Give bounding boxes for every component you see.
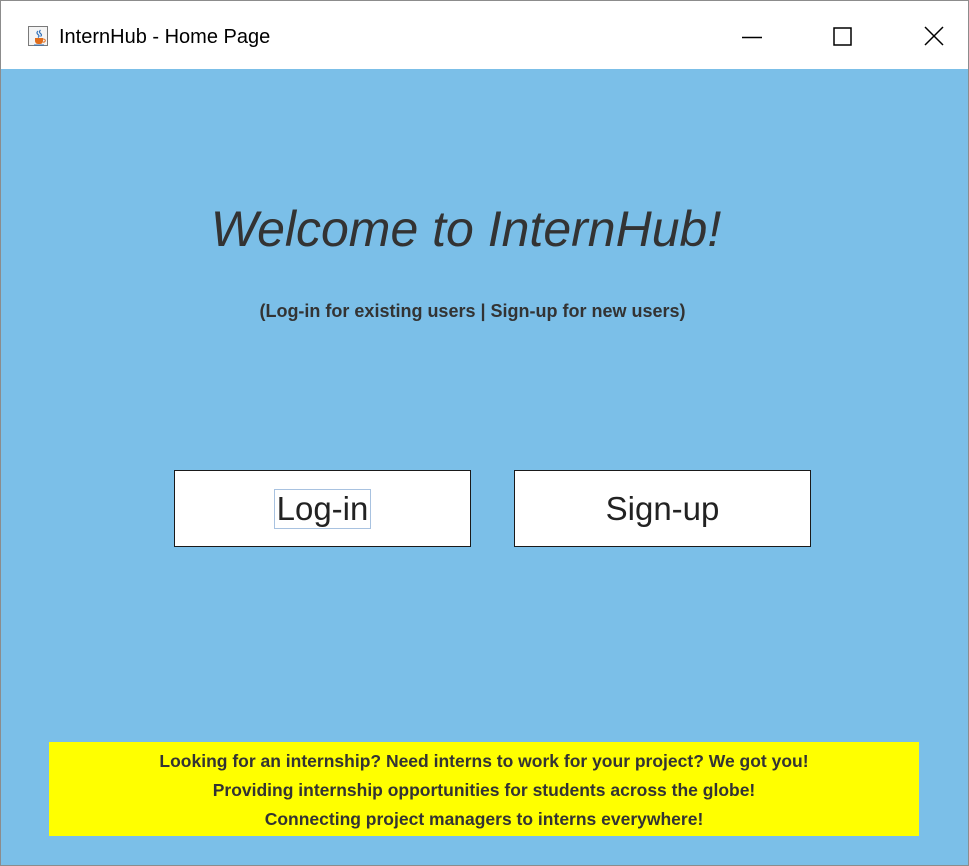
info-banner: Looking for an internship? Need interns … — [49, 742, 919, 836]
banner-line: Providing internship opportunities for s… — [212, 780, 756, 800]
close-button[interactable] — [878, 1, 968, 69]
home-content: Welcome to InternHub! (Log-in for existi… — [1, 69, 968, 865]
window-title: InternHub - Home Page — [59, 26, 271, 48]
minimize-button[interactable] — [706, 1, 798, 69]
minimize-icon — [742, 36, 762, 39]
signup-button-label: Sign-up — [605, 489, 720, 527]
close-icon — [924, 26, 944, 46]
app-window: InternHub - Home Page Welcome to InternH… — [0, 0, 969, 866]
signup-button[interactable]: Sign-up — [514, 470, 811, 547]
login-button[interactable]: Log-in — [174, 470, 471, 547]
java-cup-icon — [28, 26, 48, 46]
maximize-button[interactable] — [798, 1, 890, 69]
banner-line: Looking for an internship? Need interns … — [159, 751, 809, 771]
welcome-heading: Welcome to InternHub! — [210, 201, 722, 257]
maximize-icon — [833, 27, 852, 46]
banner-line: Connecting project managers to interns e… — [264, 809, 704, 829]
login-button-label: Log-in — [273, 488, 372, 529]
welcome-subtitle: (Log-in for existing users | Sign-up for… — [259, 301, 686, 321]
title-bar[interactable]: InternHub - Home Page — [1, 1, 968, 69]
